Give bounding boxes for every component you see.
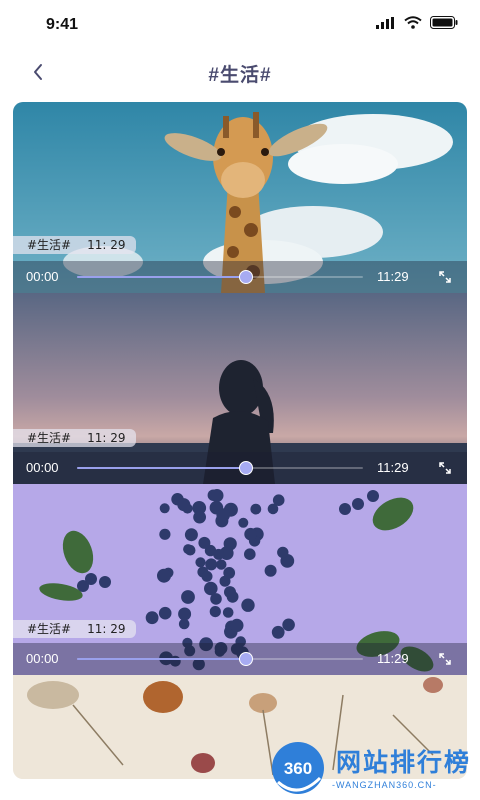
blueberry xyxy=(223,567,236,579)
blueberry xyxy=(339,503,351,515)
player-controls: 00:00 11:29 xyxy=(13,643,467,675)
blueberry xyxy=(282,618,295,632)
blueberry xyxy=(244,548,256,560)
blueberry xyxy=(216,559,227,570)
video-tag: #生活# 11: 29 xyxy=(13,620,136,638)
blueberry xyxy=(352,498,364,510)
blueberry xyxy=(230,618,244,632)
video-list: #生活# 11: 29 00:00 11:29 #生活# 11: 29 00:0… xyxy=(13,102,467,779)
tag-duration: 11: 29 xyxy=(87,238,126,252)
blueberry xyxy=(205,558,218,571)
blueberry xyxy=(193,510,207,524)
total-time: 11:29 xyxy=(377,460,409,475)
blueberry xyxy=(210,489,224,502)
fullscreen-icon[interactable] xyxy=(437,460,453,476)
watermark: 360 网站排行榜 -WANGZHAN360.CN- xyxy=(268,738,478,800)
blueberry xyxy=(159,528,171,540)
blueberry xyxy=(201,570,213,582)
blueberry xyxy=(184,528,198,542)
status-icons xyxy=(376,16,458,29)
status-time: 9:41 xyxy=(46,16,79,33)
tag-duration: 11: 29 xyxy=(87,431,126,445)
video-card[interactable]: #生活# 11: 29 00:00 11:29 xyxy=(13,293,467,484)
fullscreen-icon[interactable] xyxy=(437,651,453,667)
blueberry xyxy=(210,593,222,605)
total-time: 11:29 xyxy=(377,651,409,666)
status-bar: 9:41 xyxy=(0,0,480,48)
blueberry xyxy=(267,503,279,515)
total-time: 11:29 xyxy=(377,269,409,284)
fullscreen-icon[interactable] xyxy=(437,269,453,285)
blueberry xyxy=(271,625,285,639)
blueberry xyxy=(159,503,170,514)
blueberry xyxy=(157,568,171,583)
blueberry xyxy=(177,498,191,512)
header: #生活# xyxy=(0,50,480,92)
watermark-logo-text: 360 xyxy=(284,759,312,778)
watermark-logo: 360 xyxy=(272,742,324,794)
tag-label: #生活# xyxy=(27,238,72,252)
player-controls: 00:00 11:29 xyxy=(13,261,467,293)
blueberry xyxy=(99,576,111,588)
battery-icon xyxy=(430,16,458,29)
blueberry xyxy=(178,607,192,621)
blueberry xyxy=(264,564,277,577)
blueberry xyxy=(216,508,230,522)
video-tag: #生活# 11: 29 xyxy=(13,236,136,254)
blueberry xyxy=(222,607,234,618)
tag-label: #生活# xyxy=(27,431,72,445)
blueberry xyxy=(198,536,211,549)
tag-label: #生活# xyxy=(27,622,72,636)
blueberry xyxy=(158,606,172,620)
blueberry xyxy=(226,590,239,603)
blueberry xyxy=(277,546,289,559)
progress-fill xyxy=(77,658,246,660)
current-time: 00:00 xyxy=(26,269,59,284)
progress-bar[interactable] xyxy=(77,461,363,475)
progress-thumb[interactable] xyxy=(238,270,253,284)
blueberry xyxy=(195,557,206,568)
video-card[interactable]: #生活# 11: 29 00:00 11:29 xyxy=(13,484,467,675)
blueberry xyxy=(244,527,257,541)
current-time: 00:00 xyxy=(26,651,59,666)
progress-fill xyxy=(77,467,246,469)
blueberry xyxy=(181,590,195,604)
watermark-text: 网站排行榜 xyxy=(336,749,472,777)
blueberry xyxy=(209,606,221,618)
tag-duration: 11: 29 xyxy=(87,622,126,636)
watermark-subtext: -WANGZHAN360.CN- xyxy=(332,780,437,790)
blueberry xyxy=(213,548,225,560)
progress-thumb[interactable] xyxy=(238,652,253,666)
progress-bar[interactable] xyxy=(77,270,363,284)
current-time: 00:00 xyxy=(26,460,59,475)
progress-fill xyxy=(77,276,246,278)
blueberry xyxy=(238,517,249,528)
blueberry xyxy=(250,503,262,515)
page-title: #生活# xyxy=(208,65,272,86)
video-card[interactable]: #生活# 11: 29 00:00 11:29 xyxy=(13,102,467,293)
wifi-icon xyxy=(404,16,422,29)
signal-icon xyxy=(376,16,394,29)
progress-bar[interactable] xyxy=(77,652,363,666)
video-tag: #生活# 11: 29 xyxy=(13,429,136,447)
blueberry xyxy=(184,544,196,556)
blueberry xyxy=(367,490,379,502)
blueberry xyxy=(145,611,159,625)
progress-thumb[interactable] xyxy=(238,461,253,475)
player-controls: 00:00 11:29 xyxy=(13,452,467,484)
blueberry xyxy=(241,598,255,612)
